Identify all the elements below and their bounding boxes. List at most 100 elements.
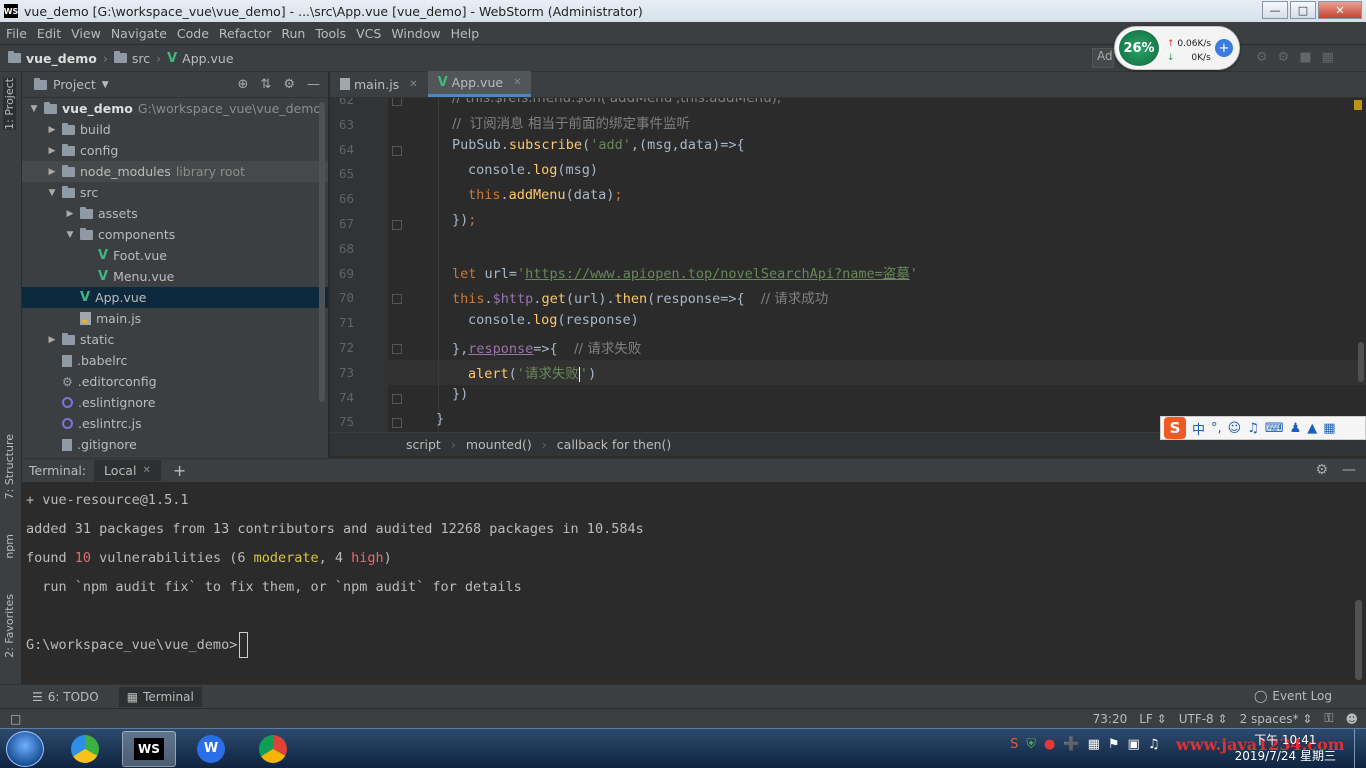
taskbar-app-chrome[interactable] bbox=[246, 731, 300, 767]
stop-icon[interactable]: ■ bbox=[1299, 50, 1311, 65]
taskbar-app-wps[interactable]: W bbox=[184, 731, 238, 767]
lock-icon[interactable]: ⚿ bbox=[1324, 711, 1333, 726]
tree-item-src[interactable]: ▼ src bbox=[22, 182, 328, 203]
emoji-icon[interactable]: ☺ bbox=[1228, 421, 1242, 436]
tab-main-js[interactable]: main.js ✕ bbox=[330, 71, 428, 97]
nav-crumb-src[interactable]: src bbox=[113, 51, 150, 66]
fold-marker-icon[interactable] bbox=[392, 98, 402, 106]
fold-marker-icon[interactable] bbox=[392, 393, 402, 404]
chevron-right-icon[interactable]: ▶ bbox=[46, 167, 58, 177]
tree-item-main-js[interactable]: main.js bbox=[22, 308, 328, 329]
show-desktop-button[interactable] bbox=[1354, 729, 1366, 768]
menu-code[interactable]: Code bbox=[177, 26, 209, 41]
microphone-icon[interactable]: ♫ bbox=[1247, 421, 1259, 436]
tool-tab-terminal[interactable]: ▦ Terminal bbox=[118, 686, 202, 707]
hide-panel-icon[interactable]: — bbox=[1342, 462, 1356, 478]
tree-item-menu-vue[interactable]: V Menu.vue bbox=[22, 266, 328, 287]
start-button[interactable] bbox=[6, 731, 44, 767]
grid-menu-icon[interactable]: ▦ bbox=[1323, 421, 1335, 436]
hide-panel-icon[interactable]: — bbox=[307, 77, 320, 92]
fold-marker-icon[interactable] bbox=[392, 145, 402, 156]
security-tray-icon[interactable]: ⛨ bbox=[1026, 737, 1036, 752]
network-monitor-widget[interactable]: 26% ↑ 0.06K/s ↓ 0K/s + bbox=[1114, 26, 1240, 70]
terminal-tab-local[interactable]: Local ✕ bbox=[94, 460, 161, 481]
file-encoding[interactable]: UTF-8 ⇕ bbox=[1179, 712, 1228, 726]
menu-tools[interactable]: Tools bbox=[315, 26, 346, 41]
system-clock[interactable]: 下午 10:41 2019/7/24 星期三 bbox=[1235, 732, 1336, 764]
tree-item-babelrc[interactable]: .babelrc bbox=[22, 350, 328, 371]
sogou-logo-icon[interactable]: S bbox=[1164, 417, 1186, 439]
tool-tab-npm[interactable]: npm bbox=[3, 534, 16, 559]
minimize-button[interactable]: — bbox=[1262, 1, 1288, 19]
tree-item-app-vue[interactable]: V App.vue bbox=[22, 287, 328, 308]
run-config-select[interactable]: Ad bbox=[1092, 48, 1114, 68]
nav-crumb-project[interactable]: vue_demo bbox=[8, 51, 97, 66]
close-icon[interactable]: ✕ bbox=[513, 77, 521, 88]
line-separator[interactable]: LF ⇕ bbox=[1139, 712, 1166, 726]
menu-file[interactable]: File bbox=[6, 26, 27, 41]
menu-run[interactable]: Run bbox=[281, 26, 305, 41]
tool-tab-structure[interactable]: 7: Structure bbox=[3, 434, 16, 499]
tree-item-vue-demo[interactable]: ▼ vue_demo G:\workspace_vue\vue_demo bbox=[22, 98, 328, 119]
add-terminal-icon[interactable]: + bbox=[173, 461, 186, 480]
layout-icon[interactable]: ▦ bbox=[1322, 50, 1334, 65]
editor-scrollbar[interactable] bbox=[1358, 342, 1364, 382]
code-url[interactable]: https://www.apiopen.top/novelSearchApi?n… bbox=[525, 266, 910, 282]
tree-item-foot-vue[interactable]: V Foot.vue bbox=[22, 245, 328, 266]
fold-marker-icon[interactable] bbox=[392, 344, 402, 354]
toggle-tool-windows-icon[interactable]: □ bbox=[10, 712, 21, 726]
fold-marker-icon[interactable] bbox=[392, 220, 402, 230]
ime-punctuation[interactable]: °, bbox=[1211, 421, 1222, 436]
chevron-down-icon[interactable]: ▼ bbox=[28, 104, 40, 114]
caret-position[interactable]: 73:20 bbox=[1093, 712, 1128, 726]
tree-item-assets[interactable]: ▶ assets bbox=[22, 203, 328, 224]
project-scrollbar[interactable] bbox=[319, 102, 325, 402]
taskbar-app-360[interactable] bbox=[58, 731, 112, 767]
breadcrumb-mounted[interactable]: mounted() bbox=[466, 437, 532, 452]
chevron-down-icon[interactable]: ▼ bbox=[102, 80, 109, 90]
fold-marker-icon[interactable] bbox=[392, 294, 402, 305]
network-tray-icon[interactable]: ▦ bbox=[1088, 737, 1100, 752]
gear-icon[interactable]: ⚙ bbox=[283, 77, 295, 92]
menu-window[interactable]: Window bbox=[391, 26, 440, 41]
skin-icon[interactable]: ▲ bbox=[1307, 421, 1317, 436]
indent-setting[interactable]: 2 spaces* ⇕ bbox=[1240, 712, 1313, 726]
debug-icon[interactable]: ⚙ bbox=[1256, 50, 1268, 65]
chevron-right-icon[interactable]: ▶ bbox=[46, 146, 58, 156]
warning-marker[interactable] bbox=[1354, 100, 1362, 110]
antivirus-tray-icon[interactable]: ● bbox=[1044, 737, 1055, 752]
chevron-right-icon[interactable]: ▶ bbox=[46, 335, 58, 345]
tree-item-build[interactable]: ▶ build bbox=[22, 119, 328, 140]
tree-item-static[interactable]: ▶ static bbox=[22, 329, 328, 350]
close-icon[interactable]: ✕ bbox=[142, 465, 150, 476]
chevron-right-icon[interactable]: ▶ bbox=[64, 209, 76, 219]
menu-view[interactable]: View bbox=[71, 26, 101, 41]
breadcrumb-script[interactable]: script bbox=[406, 437, 441, 452]
ime-mode[interactable]: 中 bbox=[1192, 419, 1205, 438]
nav-crumb-file[interactable]: V App.vue bbox=[167, 51, 233, 66]
chevron-down-icon[interactable]: ▼ bbox=[46, 188, 58, 198]
tree-item-gitignore[interactable]: .gitignore bbox=[22, 434, 328, 455]
fold-marker-icon[interactable] bbox=[392, 418, 402, 429]
terminal-scrollbar[interactable] bbox=[1355, 600, 1362, 680]
chevron-down-icon[interactable]: ▼ bbox=[64, 230, 76, 240]
tree-item-components[interactable]: ▼ components bbox=[22, 224, 328, 245]
tab-app-vue[interactable]: V App.vue ✕ bbox=[427, 71, 532, 97]
profile-icon[interactable]: ⚙ bbox=[1278, 50, 1290, 65]
event-log-button[interactable]: ◯ Event Log bbox=[1254, 689, 1332, 703]
terminal-output[interactable]: + vue-resource@1.5.1 added 31 packages f… bbox=[22, 482, 1366, 684]
volume-tray-icon[interactable]: ♫ bbox=[1148, 737, 1160, 752]
flag-tray-icon[interactable]: ⚑ bbox=[1108, 737, 1120, 752]
maximize-button[interactable]: □ bbox=[1290, 1, 1316, 19]
code-editor[interactable]: 62 63 64 65 66 67 68 69 70 71 72 73 74 75 // this.$re… bbox=[330, 98, 1366, 432]
tree-item-editorconfig[interactable]: ⚙ .editorconfig bbox=[22, 371, 328, 392]
tool-tab-project[interactable]: 1: Project bbox=[3, 78, 16, 130]
tree-item-node-modules[interactable]: ▶ node_modules library root bbox=[22, 161, 328, 182]
menu-edit[interactable]: Edit bbox=[37, 26, 61, 41]
tool-tab-favorites[interactable]: 2: Favorites bbox=[3, 594, 16, 658]
tree-item-eslintrc-js[interactable]: .eslintrc.js bbox=[22, 413, 328, 434]
chevron-right-icon[interactable]: ▶ bbox=[46, 125, 58, 135]
tree-item-config[interactable]: ▶ config bbox=[22, 140, 328, 161]
project-view-select[interactable]: Project bbox=[53, 77, 96, 92]
menu-vcs[interactable]: VCS bbox=[356, 26, 381, 41]
